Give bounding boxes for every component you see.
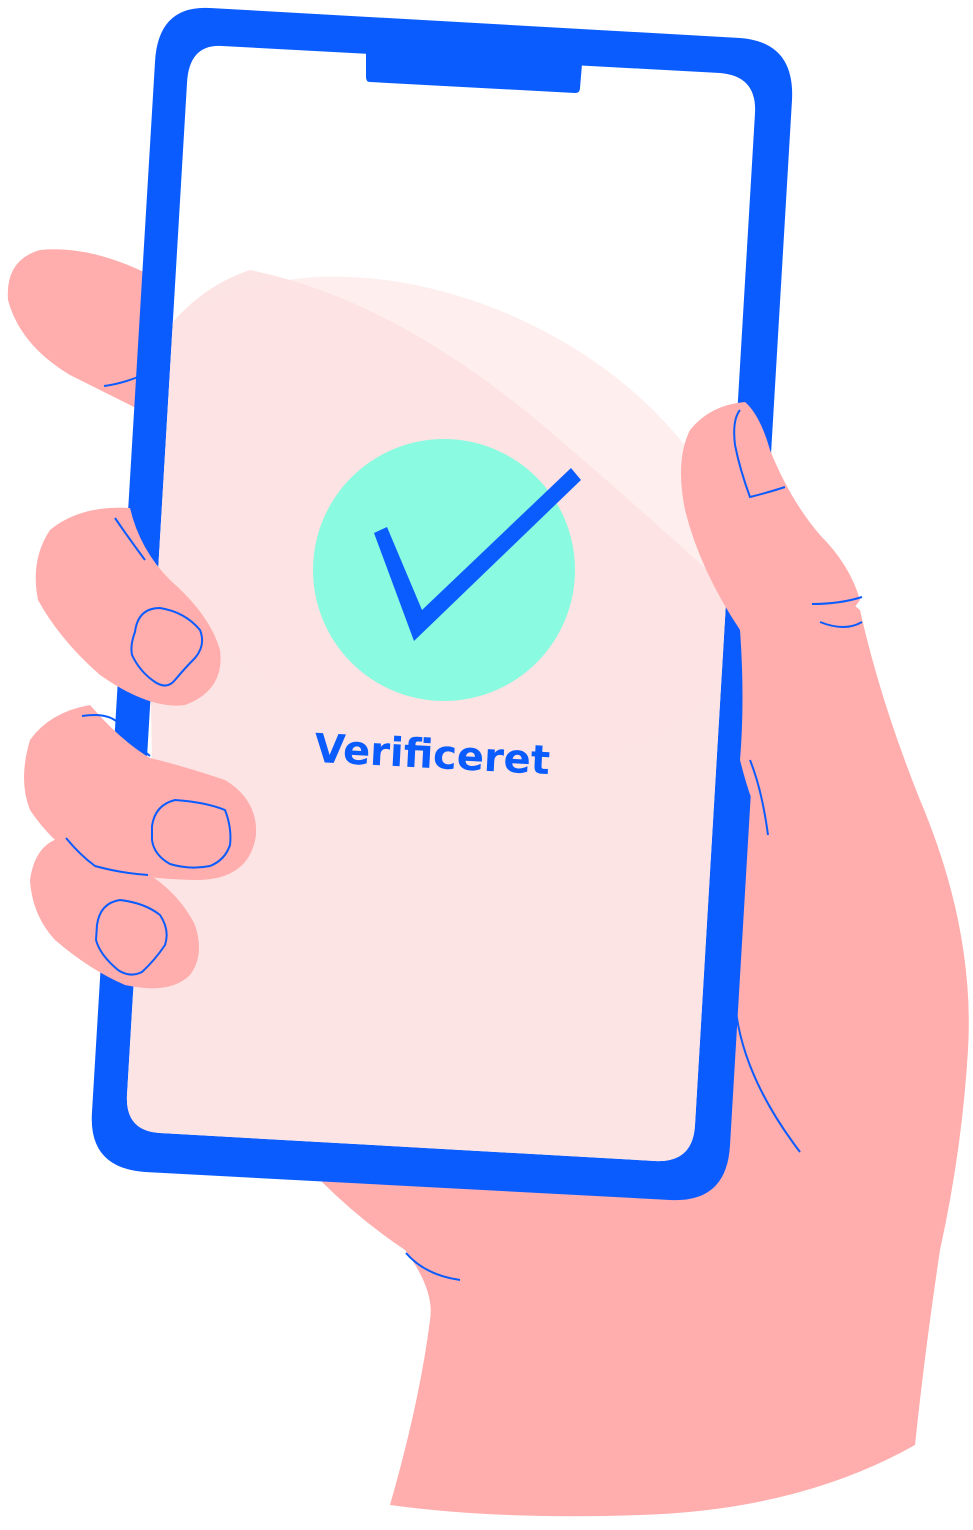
check-circle — [313, 439, 575, 701]
hand-holding-phone-illustration: Verificeret — [7, 7, 969, 1517]
thumb-top-left — [7, 249, 151, 410]
